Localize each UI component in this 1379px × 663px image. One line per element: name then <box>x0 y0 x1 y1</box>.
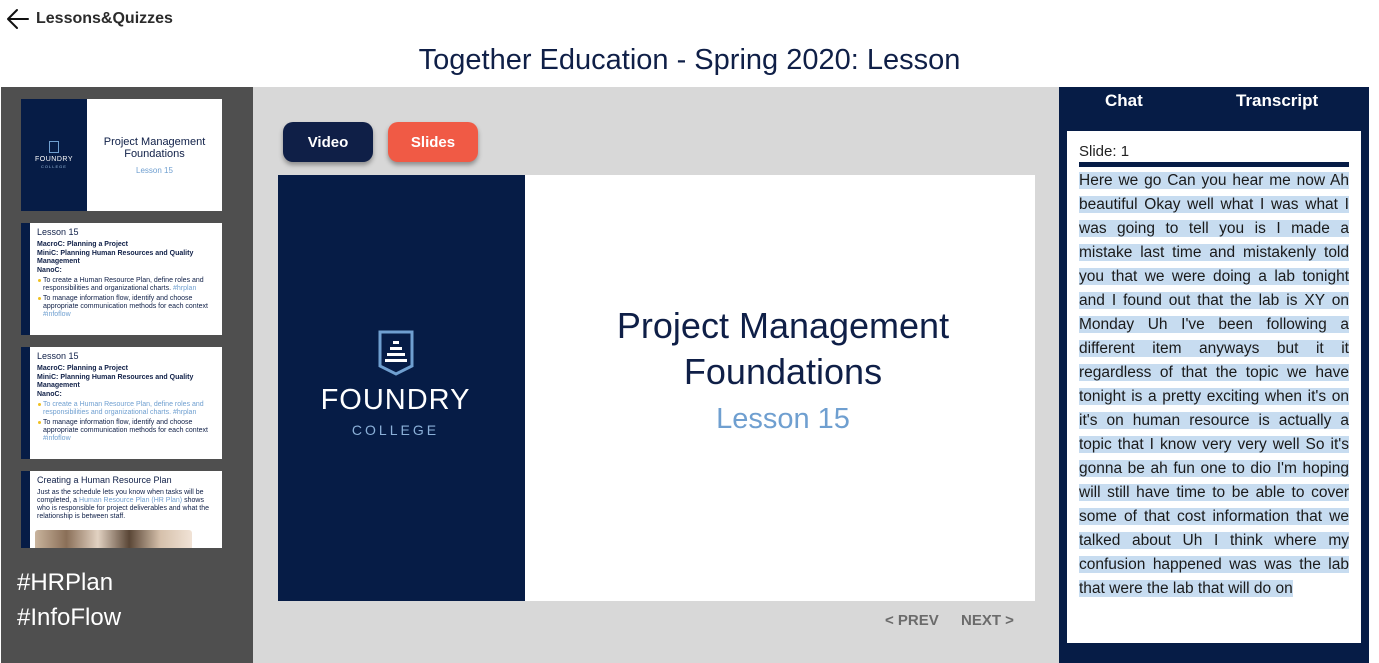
thumbnail-heading: Lesson 15 <box>37 227 79 237</box>
thumbnail-nano: NanoC: <box>37 267 62 274</box>
thumbnail-bullet-tag: #infoflow <box>43 435 71 442</box>
thumbnail-heading: Creating a Human Resource Plan <box>37 475 172 485</box>
thumbnail-college: COLLEGE <box>41 164 67 169</box>
thumbnail-stripe <box>21 347 30 459</box>
thumbnail-macro: MacroC: Planning a Project <box>37 241 129 248</box>
thumbnail-bullet: To create a Human Resource Plan, define … <box>37 401 218 417</box>
chat-transcript-panel: Chat Transcript Slide: 1 Here we go Can … <box>1059 87 1369 663</box>
thumbnail-bullet-tag: #infoflow <box>43 311 71 318</box>
thumbnail-brand-panel: FOUNDRY COLLEGE <box>21 99 87 211</box>
foundry-logo-icon <box>378 330 414 376</box>
slide-thumbnail-2[interactable]: Lesson 15 MacroC: Planning a Project Min… <box>21 223 222 335</box>
thumbnail-mini: MiniC: Planning Human Resources and Qual… <box>37 374 194 389</box>
slides-button[interactable]: Slides <box>388 122 478 162</box>
thumbnail-bullet-text: To manage information flow, identify and… <box>43 419 208 434</box>
hashtag-hrplan[interactable]: #HRPlan <box>17 569 113 597</box>
transcript-slide-label: Slide: 1 <box>1079 143 1130 160</box>
tab-transcript[interactable]: Transcript <box>1236 91 1318 111</box>
thumbnail-link: Human Resource Plan (HR Plan) <box>79 497 183 504</box>
next-button[interactable]: NEXT > <box>961 612 1014 629</box>
page-title: Together Education - Spring 2020: Lesson <box>418 44 961 76</box>
team-photo <box>35 530 192 548</box>
thumbnail-stripe <box>21 223 30 335</box>
foundry-logo-icon <box>49 141 59 153</box>
tab-chat[interactable]: Chat <box>1105 91 1143 111</box>
back-link[interactable]: Lessons&Quizzes <box>6 8 173 30</box>
thumbnail-subtitle: Lesson 15 <box>136 165 173 175</box>
slide-title: Project Management Foundations <box>616 305 950 392</box>
thumbnail-bullet-tag: #hrplan <box>172 285 197 292</box>
prev-button[interactable]: < PREV <box>885 612 939 629</box>
slide-brand-panel: FOUNDRY COLLEGE <box>278 175 525 601</box>
thumbnail-bullet: To manage information flow, identify and… <box>37 419 218 443</box>
transcript-highlight: Here we go Can you hear me now Ah beauti… <box>1079 172 1349 597</box>
slide-viewer: FOUNDRY COLLEGE Project Management Found… <box>278 175 1035 601</box>
back-label: Lessons&Quizzes <box>36 10 173 27</box>
thumbnail-heading: Lesson 15 <box>37 351 79 361</box>
thumbnail-stripe <box>21 471 30 548</box>
slide-thumbnail-1[interactable]: FOUNDRY COLLEGE Project Management Found… <box>21 99 222 211</box>
thumbnail-nano: NanoC: <box>37 391 62 398</box>
hashtag-infoflow[interactable]: #InfoFlow <box>17 604 121 632</box>
transcript-box[interactable]: Slide: 1 Here we go Can you hear me now … <box>1067 131 1361 643</box>
video-button[interactable]: Video <box>283 122 373 162</box>
thumbnail-bullet: To manage information flow, identify and… <box>37 295 218 319</box>
transcript-text: Here we go Can you hear me now Ah beauti… <box>1079 169 1349 601</box>
thumbnail-bullet-tag: #hrplan <box>172 409 197 416</box>
slide-subtitle: Lesson 15 <box>716 403 850 435</box>
thumbnail-brand: FOUNDRY <box>35 156 73 163</box>
thumbnail-bullet-text: To manage information flow, identify and… <box>43 295 208 310</box>
slide-college: COLLEGE <box>351 422 440 438</box>
slide-thumbnail-3[interactable]: Lesson 15 MacroC: Planning a Project Min… <box>21 347 222 459</box>
slide-brand: FOUNDRY <box>320 384 471 416</box>
thumbnail-title: Project Management Foundations <box>103 135 206 160</box>
thumbnail-bullet: To create a Human Resource Plan, define … <box>37 277 218 293</box>
arrow-left-icon <box>7 9 29 29</box>
thumbnail-mini: MiniC: Planning Human Resources and Qual… <box>37 250 194 265</box>
slide-thumbnail-sidebar: FOUNDRY COLLEGE Project Management Found… <box>1 87 253 663</box>
slide-thumbnail-4[interactable]: Creating a Human Resource Plan Just as t… <box>21 471 222 548</box>
transcript-divider <box>1079 162 1349 167</box>
thumbnail-macro: MacroC: Planning a Project <box>37 365 129 372</box>
main-stage: Video Slides FOUNDRY COLLEGE Project Man… <box>253 87 1059 663</box>
